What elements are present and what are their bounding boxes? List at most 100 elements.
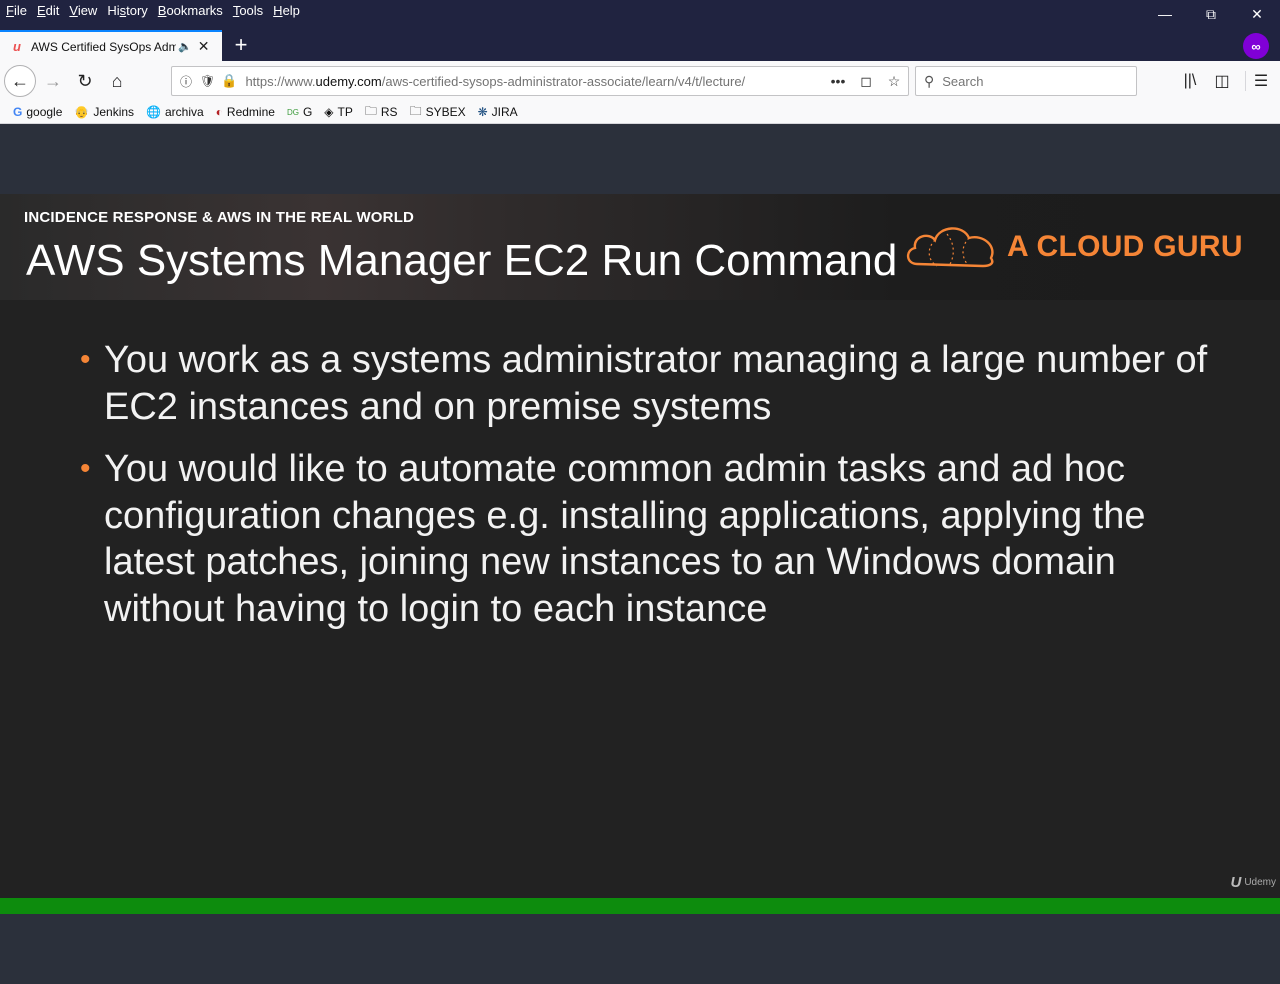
jira-icon: ❋ <box>477 105 488 119</box>
menu-file[interactable]: File <box>6 1 27 21</box>
g-icon: DG <box>286 107 299 117</box>
udemy-logo-icon: U <box>1230 874 1242 891</box>
menu-bookmarks[interactable]: Bookmarks <box>158 1 223 21</box>
arrow-right-icon: → <box>44 70 62 91</box>
menu-edit[interactable]: Edit <box>37 1 59 21</box>
udemy-icon: u <box>13 39 21 54</box>
sidebar-icon: ◫ <box>1214 73 1230 90</box>
navigation-toolbar: ← → ↻ ⌂ ⓘ 🛡 🔒 https://www.udemy.com/aws-… <box>0 61 1280 101</box>
restore-button[interactable]: ⧉ <box>1188 0 1234 28</box>
tab-udemy[interactable]: u AWS Certified SysOps Admin 🔈 ✕ <box>0 30 222 61</box>
folder-icon: 🗀 <box>409 103 422 118</box>
bookmark-label: archiva <box>164 105 204 119</box>
bookmark-label: SYBEX <box>425 105 466 119</box>
menu-history[interactable]: History <box>107 1 147 21</box>
speaker-icon[interactable]: 🔈 <box>178 40 192 53</box>
bookmark-g[interactable]: DG G <box>287 105 312 119</box>
url-prefix: https://www. <box>245 73 316 89</box>
tp-icon: ◈ <box>324 105 334 119</box>
menu-button[interactable]: ☰ <box>1246 66 1276 96</box>
url-path: /aws-certified-sysops-administrator-asso… <box>381 73 746 89</box>
forward-button[interactable]: → <box>38 66 68 96</box>
slide-title: AWS Systems Manager EC2 Run Command <box>26 236 898 285</box>
slide-section-label: INCIDENCE RESPONSE & AWS IN THE REAL WOR… <box>24 209 415 226</box>
url-actions: ••• ◻ ☆ <box>824 67 908 95</box>
menu-tools[interactable]: Tools <box>233 1 263 21</box>
lock-icon[interactable]: 🔒 <box>221 73 237 89</box>
reload-button[interactable]: ↻ <box>70 66 100 96</box>
tracking-shield-icon[interactable]: 🛡 <box>200 74 215 88</box>
hamburger-icon: ☰ <box>1253 73 1269 90</box>
bookmarks-bar: Ggoogle 👴 Jenkins 🌐 archiva ◐ Redmine DG G ◈… <box>0 101 1280 124</box>
jenkins-icon: 👴 <box>74 105 90 119</box>
bookmark-label: G <box>302 105 313 119</box>
bookmark-label: Redmine <box>226 105 275 119</box>
search-bar[interactable]: ⚲ <box>915 66 1137 96</box>
bookmark-archiva[interactable]: 🌐 archiva <box>146 105 204 119</box>
cloud-guru-logo-icon <box>906 227 994 268</box>
video-progress-fill <box>0 898 1280 914</box>
close-window-button[interactable]: ✕ <box>1234 0 1280 28</box>
bullet-item: • You would like to automate common admi… <box>80 446 1220 632</box>
udemy-watermark: U Udemy <box>1230 874 1276 891</box>
bookmark-tp[interactable]: ◈ TP <box>324 105 353 119</box>
sidebar-button[interactable]: ◫ <box>1207 66 1237 96</box>
bookmark-label: TP <box>337 105 353 119</box>
google-icon: G <box>13 105 23 119</box>
bookmark-label: google <box>26 105 63 119</box>
bullet-dot-icon: • <box>80 343 91 376</box>
redmine-icon: ◐ <box>215 105 223 119</box>
search-input[interactable] <box>940 72 1125 90</box>
new-tab-button[interactable]: + <box>230 31 252 59</box>
bookmark-star-icon[interactable]: ☆ <box>880 73 908 90</box>
bookmark-label: Jenkins <box>93 105 135 119</box>
browser-titlebar: File Edit View History Bookmarks Tools H… <box>0 0 1280 61</box>
back-button[interactable]: ← <box>4 65 36 97</box>
home-button[interactable]: ⌂ <box>102 66 132 96</box>
page-actions-icon[interactable]: ••• <box>824 73 852 89</box>
tab-title: AWS Certified SysOps Admin <box>31 39 176 54</box>
tab-close-icon[interactable]: ✕ <box>198 38 210 55</box>
url-domain: udemy.com <box>315 73 382 89</box>
home-icon: ⌂ <box>111 70 123 91</box>
menu-help[interactable]: Help <box>273 1 300 21</box>
lecture-slide[interactable]: INCIDENCE RESPONSE & AWS IN THE REAL WOR… <box>0 194 1280 899</box>
restore-icon: ⧉ <box>1206 5 1216 22</box>
bookmark-rs[interactable]: 🗀 RS <box>365 102 398 123</box>
library-button[interactable]: ||\ <box>1175 66 1205 96</box>
url-bar[interactable]: ⓘ 🛡 🔒 https://www.udemy.com/aws-certifie… <box>171 66 909 96</box>
plus-icon: + <box>234 32 248 57</box>
bookmark-google[interactable]: Ggoogle <box>13 105 62 119</box>
library-icon: ||\ <box>1183 72 1197 89</box>
pocket-icon[interactable]: ◻ <box>852 73 880 90</box>
bookmark-sybex[interactable]: 🗀 SYBEX <box>410 102 466 123</box>
globe-icon: 🌐 <box>146 105 161 119</box>
cloud-guru-brand: A CLOUD GURU <box>1007 230 1243 263</box>
bookmark-redmine[interactable]: ◐ Redmine <box>216 105 275 119</box>
info-icon[interactable]: ⓘ <box>180 73 192 90</box>
minimize-button[interactable]: — <box>1142 0 1188 28</box>
udemy-watermark-text: Udemy <box>1244 877 1276 888</box>
slide-header: INCIDENCE RESPONSE & AWS IN THE REAL WOR… <box>0 194 1280 300</box>
minimize-icon: — <box>1158 6 1172 22</box>
arrow-left-icon: ← <box>11 70 29 91</box>
private-browsing-icon: ∞ <box>1243 33 1269 59</box>
video-progress-bar[interactable] <box>0 898 1280 914</box>
reload-icon: ↻ <box>77 70 93 91</box>
close-icon: ✕ <box>1251 5 1263 22</box>
bookmark-label: JIRA <box>491 105 518 119</box>
slide-bullets: • You work as a systems administrator ma… <box>80 337 1220 648</box>
bookmark-jenkins[interactable]: 👴 Jenkins <box>74 105 134 119</box>
bullet-text: You would like to automate common admin … <box>104 448 1146 630</box>
menu-bar: File Edit View History Bookmarks Tools H… <box>0 0 304 22</box>
video-player-area[interactable]: INCIDENCE RESPONSE & AWS IN THE REAL WOR… <box>0 124 1280 984</box>
menu-view[interactable]: View <box>69 1 97 21</box>
bullet-item: • You work as a systems administrator ma… <box>80 337 1220 430</box>
bullet-dot-icon: • <box>80 452 91 485</box>
folder-icon: 🗀 <box>364 103 377 118</box>
url-text[interactable]: https://www.udemy.com/aws-certified-syso… <box>245 74 790 89</box>
bullet-text: You work as a systems administrator mana… <box>104 339 1208 428</box>
search-icon: ⚲ <box>924 72 935 89</box>
bookmark-jira[interactable]: ❋ JIRA <box>478 105 518 119</box>
bookmark-label: RS <box>380 105 398 119</box>
